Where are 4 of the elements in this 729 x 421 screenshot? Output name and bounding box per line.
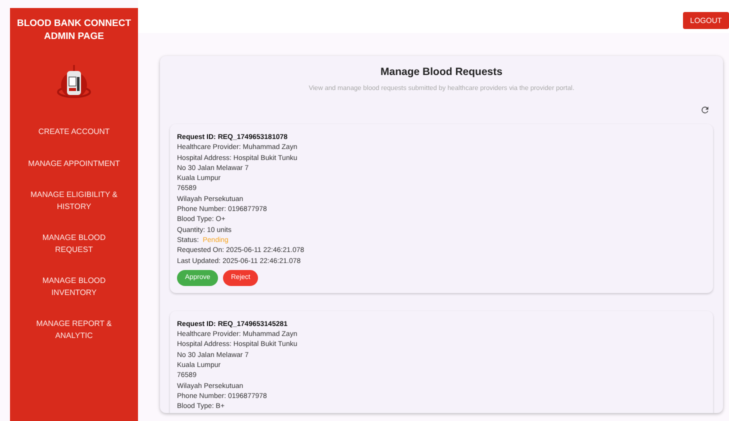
refresh-icon[interactable]: [700, 105, 710, 115]
sidebar-title: BLOOD BANK CONNECT ADMIN PAGE: [16, 17, 132, 43]
blood-bag-icon: [54, 65, 94, 101]
panel-title: Manage Blood Requests: [380, 66, 504, 78]
